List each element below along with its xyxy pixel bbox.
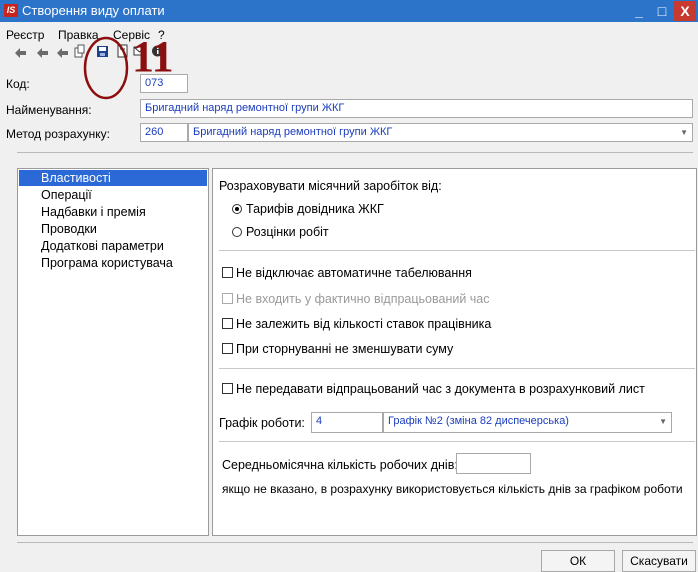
checkbox-transfer-time-box[interactable] — [222, 383, 233, 395]
divider — [219, 441, 695, 442]
checkbox-actual-time-box — [222, 293, 233, 305]
annotation-number: 11 — [132, 32, 174, 81]
schedule-select[interactable]: Графік №2 (зміна 82 диспечерська) ▼ — [383, 412, 672, 433]
code-label: Код: — [6, 77, 30, 91]
checkbox-transfer-time[interactable]: Не передавати відпрацьований час з докум… — [222, 382, 645, 396]
name-field[interactable]: Бригадний наряд ремонтної групи ЖКГ — [140, 99, 693, 118]
avg-days-label: Середньомісячна кількість робочих днів: — [222, 458, 458, 472]
arrow-icon[interactable] — [14, 44, 27, 58]
radio-tariff-indicator[interactable] — [232, 203, 242, 214]
divider — [17, 152, 693, 153]
app-logo-icon: IS — [4, 4, 18, 17]
checkbox-storno-box[interactable] — [222, 343, 233, 355]
checkbox-rates-count[interactable]: Не залежить від кількості ставок працівн… — [222, 317, 491, 331]
divider — [219, 250, 695, 251]
ok-button[interactable]: ОК — [541, 550, 615, 572]
cancel-button[interactable]: Скасувати — [622, 550, 696, 572]
schedule-label: Графік роботи: — [219, 416, 305, 430]
window-title: Створення виду оплати — [22, 3, 165, 18]
nav-item-label: Надбавки і премія — [41, 205, 146, 219]
schedule-code-field[interactable]: 4 — [311, 412, 383, 433]
method-select[interactable]: Бригадний наряд ремонтної групи ЖКГ ▼ — [188, 123, 693, 142]
schedule-select-value: Графік №2 (зміна 82 диспечерська) — [388, 415, 569, 427]
checkbox-storno-label: При сторнуванні не зменшувати суму — [236, 342, 454, 356]
code-field[interactable]: 073 — [140, 74, 188, 93]
radio-rates[interactable]: Розцінки робіт — [232, 225, 329, 239]
nav-item-label: Властивості — [41, 171, 111, 185]
nav-item-label: Додаткові параметри — [41, 239, 164, 253]
annotation-circle — [83, 36, 129, 100]
radio-rates-label: Розцінки робіт — [246, 225, 329, 239]
divider — [17, 542, 693, 543]
nav-item-label: Проводки — [41, 222, 97, 236]
checkbox-transfer-time-label: Не передавати відпрацьований час з докум… — [236, 382, 645, 396]
method-code-field[interactable]: 260 — [140, 123, 188, 142]
arrow-icon[interactable] — [36, 44, 49, 58]
radio-tariff[interactable]: Тарифів довідника ЖКГ — [232, 202, 384, 216]
name-label: Найменування: — [6, 103, 92, 117]
menu-registry[interactable]: Реєстр — [6, 28, 44, 42]
radio-tariff-label: Тарифів довідника ЖКГ — [246, 202, 384, 216]
divider — [219, 368, 695, 369]
calc-from-label: Розраховувати місячний заробіток від: — [219, 179, 442, 193]
maximize-button[interactable]: □ — [651, 1, 673, 21]
chevron-down-icon[interactable]: ▼ — [659, 413, 667, 430]
checkbox-autotabel-box[interactable] — [222, 267, 233, 279]
checkbox-actual-time: Не входить у фактично відпрацьований час — [222, 292, 490, 306]
minimize-button[interactable]: _ — [628, 1, 650, 21]
nav-item-user-program[interactable]: Програма користувача — [19, 255, 207, 271]
nav-item-postings[interactable]: Проводки — [19, 221, 207, 237]
nav-item-bonuses[interactable]: Надбавки і премія — [19, 204, 207, 220]
method-label: Метод розрахунку: — [6, 127, 110, 141]
checkbox-rates-count-label: Не залежить від кількості ставок працівн… — [236, 317, 492, 331]
nav-panel: Властивості Операції Надбавки і премія П… — [17, 168, 209, 536]
checkbox-actual-time-label: Не входить у фактично відпрацьований час — [236, 292, 490, 306]
checkbox-autotabel-label: Не відключає автоматичне табелювання — [236, 266, 472, 280]
arrow-icon[interactable] — [56, 44, 69, 58]
nav-item-properties[interactable]: Властивості — [19, 170, 207, 186]
checkbox-autotabel[interactable]: Не відключає автоматичне табелювання — [222, 266, 472, 280]
nav-item-label: Програма користувача — [41, 256, 173, 270]
checkbox-storno[interactable]: При сторнуванні не зменшувати суму — [222, 342, 453, 356]
radio-rates-indicator[interactable] — [232, 226, 242, 237]
method-select-value: Бригадний наряд ремонтної групи ЖКГ — [193, 126, 393, 138]
chevron-down-icon[interactable]: ▼ — [680, 124, 688, 141]
avg-days-field[interactable] — [456, 453, 531, 474]
nav-item-extra-params[interactable]: Додаткові параметри — [19, 238, 207, 254]
nav-item-label: Операції — [41, 188, 92, 202]
checkbox-rates-count-box[interactable] — [222, 318, 233, 330]
avg-days-note: якщо не вказано, в розрахунку використов… — [222, 482, 683, 496]
nav-item-operations[interactable]: Операції — [19, 187, 207, 203]
close-button[interactable]: X — [674, 1, 696, 21]
